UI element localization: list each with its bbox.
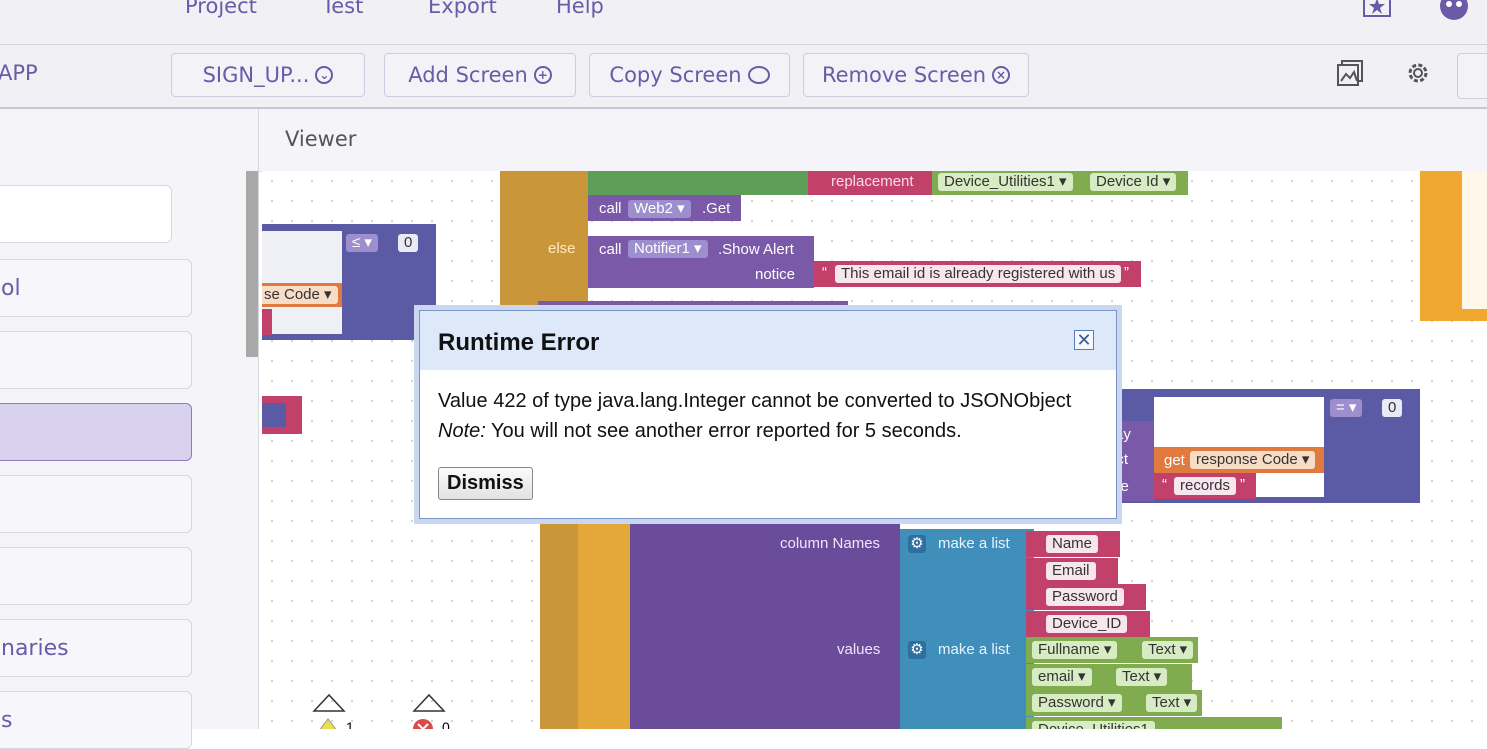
close-circle-icon: × bbox=[992, 66, 1011, 84]
error-icon bbox=[413, 719, 433, 729]
dialog-title-bar: Runtime Error ✕ bbox=[420, 311, 1116, 370]
email-registered-string[interactable]: This email id is already registered with… bbox=[835, 265, 1122, 283]
error-message-text: Value 422 of type java.lang.Integer cann… bbox=[438, 390, 1072, 412]
viewer-title: Viewer bbox=[285, 127, 357, 151]
note-label: Note: bbox=[438, 420, 486, 442]
note-text: You will not see another error reported … bbox=[485, 420, 962, 442]
plus-circle-icon: + bbox=[533, 66, 552, 84]
device-id-chip[interactable]: Device Id ▾ bbox=[1090, 173, 1177, 191]
menu-export[interactable]: Export bbox=[428, 0, 497, 18]
sidebar-scrollbar[interactable] bbox=[246, 171, 258, 357]
device-utilities-chip[interactable]: Device_Utilities1 ▾ bbox=[938, 173, 1073, 191]
response-code-var-chip[interactable]: response Code ▾ bbox=[1190, 451, 1316, 469]
close-icon[interactable]: ✕ bbox=[1074, 330, 1094, 350]
overflow-button[interactable] bbox=[1457, 53, 1487, 99]
screen-select-label: SIGN_UP... bbox=[202, 63, 310, 87]
palette-search-box[interactable] bbox=[0, 185, 172, 243]
notifier-component-chip[interactable]: Notifier1 ▾ bbox=[628, 240, 708, 258]
remove-screen-label: Remove Screen bbox=[821, 63, 987, 87]
copy-icon bbox=[747, 66, 770, 84]
account-icon[interactable] bbox=[1438, 0, 1470, 22]
gear-icon[interactable] bbox=[1404, 59, 1432, 87]
copy-screen-label: Copy Screen bbox=[609, 63, 742, 87]
palette-item-dictionaries[interactable]: naries bbox=[0, 619, 192, 677]
toolbar: APP SIGN_UP... ⌄ Add Screen + Copy Scree… bbox=[0, 45, 1487, 109]
add-screen-button[interactable]: Add Screen + bbox=[384, 53, 576, 97]
menu-project[interactable]: Project bbox=[185, 0, 257, 18]
add-screen-label: Add Screen bbox=[408, 63, 528, 87]
gallery-icon[interactable] bbox=[1336, 59, 1364, 87]
palette-item-colors[interactable]: s bbox=[0, 691, 192, 749]
palette-item-logic[interactable] bbox=[0, 331, 192, 389]
warnings-count: 1 bbox=[346, 719, 354, 729]
warning-icon bbox=[319, 718, 337, 729]
chevron-down-icon: ⌄ bbox=[315, 66, 334, 84]
mutator-gear-icon-2[interactable]: ⚙ bbox=[908, 641, 926, 659]
remove-screen-button[interactable]: Remove Screen × bbox=[803, 53, 1029, 97]
warnings-toggle-icon[interactable] bbox=[312, 693, 346, 713]
palette-item-control[interactable]: ol bbox=[0, 259, 192, 317]
viewer-header: Viewer bbox=[259, 109, 1487, 172]
else-label: else bbox=[548, 240, 576, 257]
menu-test[interactable]: Test bbox=[322, 0, 363, 18]
screen-select-dropdown[interactable]: SIGN_UP... ⌄ bbox=[171, 53, 365, 97]
palette-item-lists[interactable] bbox=[0, 547, 192, 605]
errors-count: 0 bbox=[442, 719, 450, 729]
copy-screen-button[interactable]: Copy Screen bbox=[589, 53, 790, 97]
lte-operator[interactable]: ≤ ▾ bbox=[346, 234, 378, 252]
note-line: Note: You will not see another error rep… bbox=[438, 416, 1108, 446]
dismiss-button[interactable]: Dismiss bbox=[438, 467, 533, 500]
make-a-list-block[interactable] bbox=[900, 529, 1026, 729]
menu-help[interactable]: Help bbox=[556, 0, 604, 18]
web2-component-chip[interactable]: Web2 ▾ bbox=[628, 200, 691, 218]
response-code-chip[interactable]: se Code ▾ bbox=[262, 286, 338, 304]
dialog-title: Runtime Error bbox=[438, 329, 600, 356]
palette-sidebar: ol naries s bbox=[0, 109, 259, 749]
top-menu-bar: Project Test Export Help bbox=[0, 0, 1487, 45]
dialog-message: Value 422 of type java.lang.Integer cann… bbox=[438, 386, 1108, 446]
mutator-gear-icon[interactable]: ⚙ bbox=[908, 535, 926, 553]
app-name-label: APP bbox=[0, 61, 38, 85]
runtime-error-dialog: Runtime Error ✕ Value 422 of type java.l… bbox=[419, 310, 1117, 519]
equals-operator[interactable]: = ▾ bbox=[1330, 399, 1363, 417]
palette-item-text[interactable] bbox=[0, 475, 192, 533]
star-gallery-icon[interactable] bbox=[1362, 0, 1392, 18]
errors-toggle-icon[interactable] bbox=[412, 693, 446, 713]
number-zero-right[interactable]: 0 bbox=[1382, 399, 1403, 417]
palette-item-selected[interactable] bbox=[0, 403, 192, 461]
number-zero[interactable]: 0 bbox=[398, 234, 419, 252]
